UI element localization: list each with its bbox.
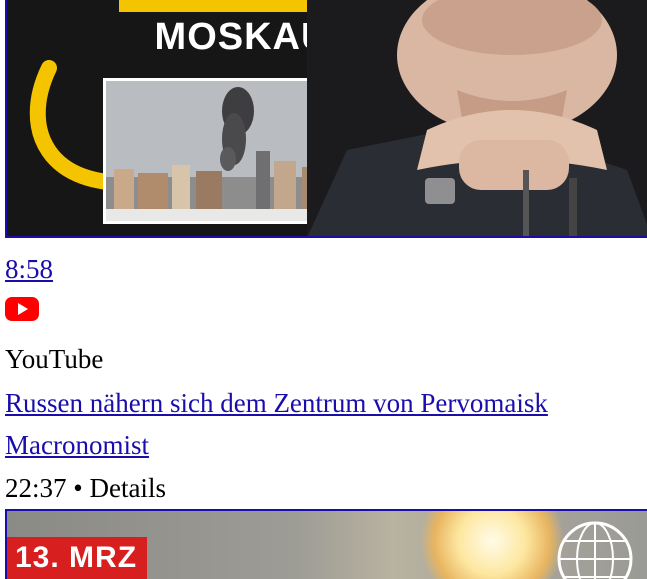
portrait-image — [307, 0, 647, 236]
youtube-icon — [5, 297, 39, 321]
globe-icon — [557, 521, 633, 579]
moscow-skyline-image — [103, 78, 339, 224]
video-meta-line: 22:37 • Details — [5, 469, 166, 507]
video-thumbnail-link[interactable]: MOSKAU — [5, 0, 647, 238]
video-time: 22:37 — [5, 473, 67, 503]
video-title-link[interactable]: Russen nähern sich dem Zentrum von Pervo… — [5, 384, 548, 422]
video-thumbnail-link-2[interactable]: 13. MRZ — [5, 509, 647, 579]
thumbnail-date-badge: 13. MRZ — [7, 537, 148, 579]
video-duration-link[interactable]: 8:58 — [5, 251, 53, 287]
explosion-image — [417, 511, 567, 579]
video-source: YouTube — [5, 344, 104, 374]
channel-link[interactable]: Macronomist — [5, 426, 149, 464]
details-link[interactable]: Details — [89, 473, 165, 503]
meta-separator: • — [73, 473, 83, 503]
